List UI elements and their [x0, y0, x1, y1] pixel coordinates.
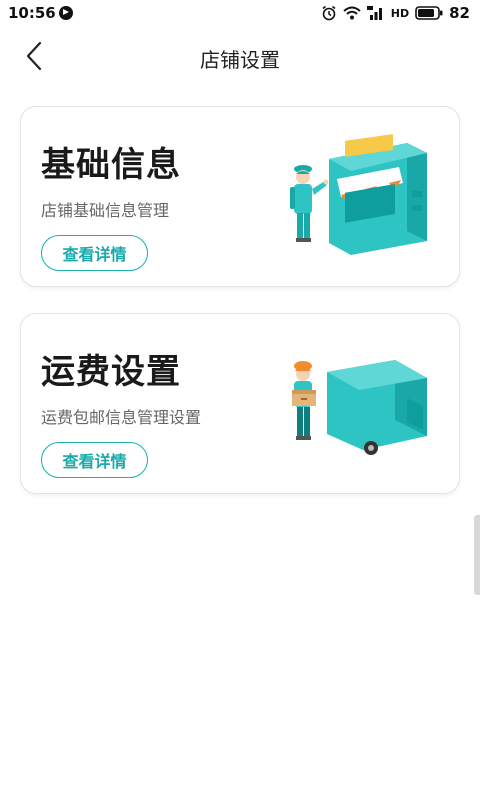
view-details-button[interactable]: 查看详情: [41, 235, 148, 271]
card-title: 基础信息: [41, 145, 181, 185]
card-subtitle: 运费包邮信息管理设置: [41, 408, 202, 427]
wifi-icon: [343, 6, 361, 20]
battery-icon: [415, 6, 443, 20]
shipping-settings-card[interactable]: 运费设置 运费包邮信息管理设置 查看详情: [20, 313, 460, 494]
status-icons: HD 82: [321, 3, 470, 23]
hd-label: HD: [390, 6, 410, 20]
alarm-icon: [322, 5, 336, 21]
status-bar: 10:56 HD 82: [0, 0, 480, 26]
view-details-button[interactable]: 查看详情: [41, 442, 148, 478]
basic-info-card[interactable]: 基础信息 店铺基础信息管理 查看详情: [20, 106, 460, 287]
delivery-truck-illustration: [292, 360, 427, 455]
header-bar: 店铺设置: [0, 30, 480, 82]
shop-clerk-illustration: [290, 134, 427, 255]
status-time: 10:56: [8, 4, 56, 22]
side-edge-handle[interactable]: [474, 515, 480, 595]
card-title: 运费设置: [41, 352, 181, 392]
signal-icon: [366, 6, 382, 20]
battery-percent: 82: [449, 4, 470, 22]
card-subtitle: 店铺基础信息管理: [41, 201, 170, 220]
notification-app-icon: [59, 6, 73, 20]
page-title: 店铺设置: [200, 48, 280, 72]
